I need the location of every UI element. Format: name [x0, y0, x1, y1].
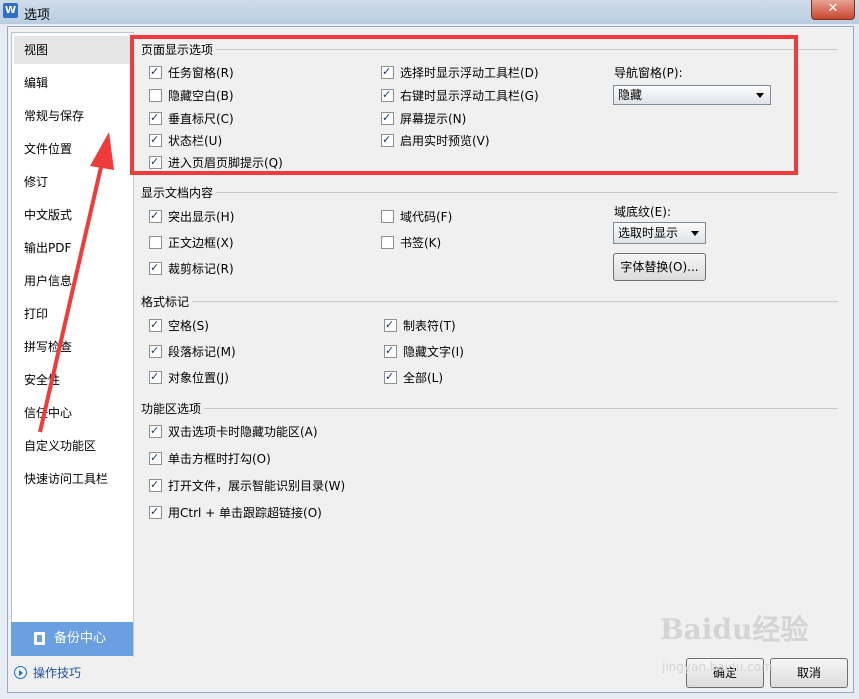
watermark-url: jingyan.baidu.com [662, 660, 773, 674]
annotation-arrow-head [90, 132, 114, 170]
watermark: Baidu经验 jingyan.baidu.com [660, 608, 809, 674]
watermark-logo: Baidu经验 [660, 613, 809, 646]
annotation-arrow [38, 132, 114, 433]
annotation-arrow-shaft [38, 166, 103, 433]
